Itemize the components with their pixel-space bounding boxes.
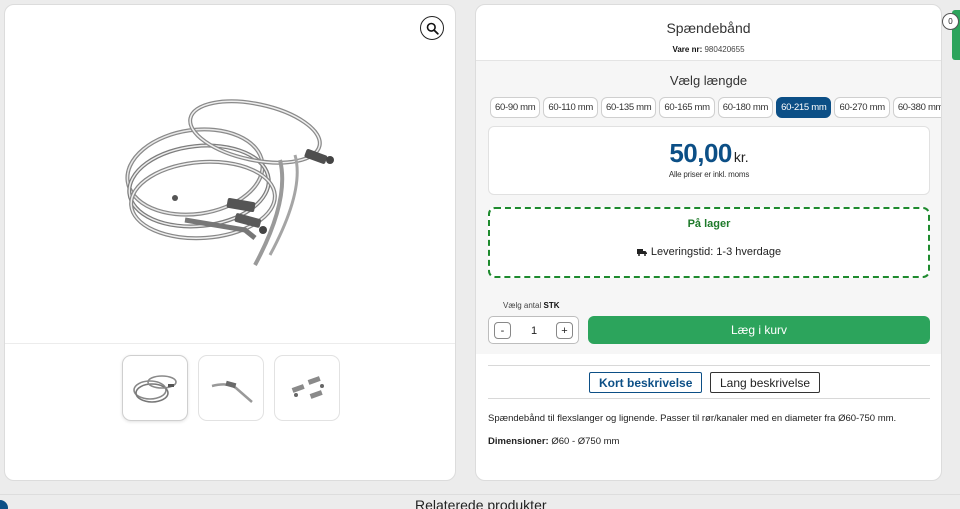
dimensions-line: Dimensioner: Ø60 - Ø750 mm [488, 436, 619, 447]
dimensions-label: Dimensioner: [488, 436, 549, 447]
stock-status: På lager [687, 218, 731, 230]
quantity-label: Vælg antal STK [503, 301, 559, 310]
stock-box: På lager Leveringstid: 1-3 hverdage [488, 207, 930, 278]
length-option-60-165[interactable]: 60-165 mm [659, 97, 715, 118]
price-vat-note: Alle priser er inkl. moms [668, 170, 750, 179]
description-divider-bottom [488, 398, 930, 399]
thumbnail-screws-image [291, 376, 324, 399]
quantity-decrease-button[interactable]: - [494, 322, 511, 339]
delivery-time: Leveringstid: 1-3 hverdage [650, 246, 782, 258]
product-title: Spændebånd [666, 20, 751, 36]
quantity-increase-button[interactable]: + [556, 322, 573, 339]
thumbnail-strap-image [211, 380, 253, 403]
sku-value: 980420655 [704, 45, 745, 54]
product-gallery [4, 4, 456, 481]
length-heading: Vælg længde [669, 73, 748, 88]
length-option-60-380[interactable]: 60-380 mm [892, 97, 941, 118]
sku-line: Vare nr: 980420655 [476, 45, 941, 54]
corner-indicator [0, 500, 8, 509]
description-divider-top [488, 365, 930, 366]
truck-icon [636, 249, 647, 256]
thumbnail-1[interactable] [122, 355, 188, 421]
length-option-60-90[interactable]: 60-90 mm [490, 97, 541, 118]
sku-label: Vare nr: [672, 45, 703, 54]
price-amount: 50,00 [669, 138, 732, 168]
magnifier-icon [426, 22, 439, 35]
tab-short-description[interactable]: Kort beskrivelse [589, 372, 703, 393]
main-product-image[interactable] [115, 80, 355, 280]
quantity-stepper: - + [488, 316, 579, 344]
length-options: 60-90 mm 60-110 mm 60-135 mm 60-165 mm 6… [490, 97, 941, 118]
length-option-60-215[interactable]: 60-215 mm [776, 97, 832, 118]
related-products-heading: Relaterede produkter [415, 497, 547, 509]
length-option-60-270[interactable]: 60-270 mm [834, 97, 890, 118]
length-option-60-110[interactable]: 60-110 mm [543, 97, 599, 118]
thumbnail-clamps-image [133, 375, 177, 403]
tab-long-description[interactable]: Lang beskrivelse [710, 372, 821, 393]
thumbnail-2[interactable] [198, 355, 264, 421]
quantity-unit: STK [543, 301, 560, 310]
quantity-input[interactable] [514, 322, 554, 339]
price-line: 50,00 kr. [489, 138, 929, 169]
section-divider [0, 494, 960, 495]
delivery-line: Leveringstid: 1-3 hverdage [490, 246, 928, 258]
price-box: 50,00 kr. Alle priser er inkl. moms [488, 126, 930, 195]
quantity-label-text: Vælg antal [503, 301, 542, 310]
thumbnail-divider [5, 343, 455, 344]
length-option-60-135[interactable]: 60-135 mm [601, 97, 657, 118]
add-to-cart-button[interactable]: Læg i kurv [588, 316, 930, 344]
cart-count-badge[interactable]: 0 [942, 13, 959, 30]
zoom-button[interactable] [420, 16, 444, 40]
price-currency: kr. [733, 149, 749, 165]
thumbnail-3[interactable] [274, 355, 340, 421]
length-option-60-180[interactable]: 60-180 mm [717, 97, 774, 118]
short-description-text: Spændebånd til flexslanger og lignende. … [488, 413, 897, 424]
dimensions-value: Ø60 - Ø750 mm [551, 436, 620, 447]
product-info-card: Spændebånd Vare nr: 980420655 Vælg længd… [475, 4, 942, 481]
